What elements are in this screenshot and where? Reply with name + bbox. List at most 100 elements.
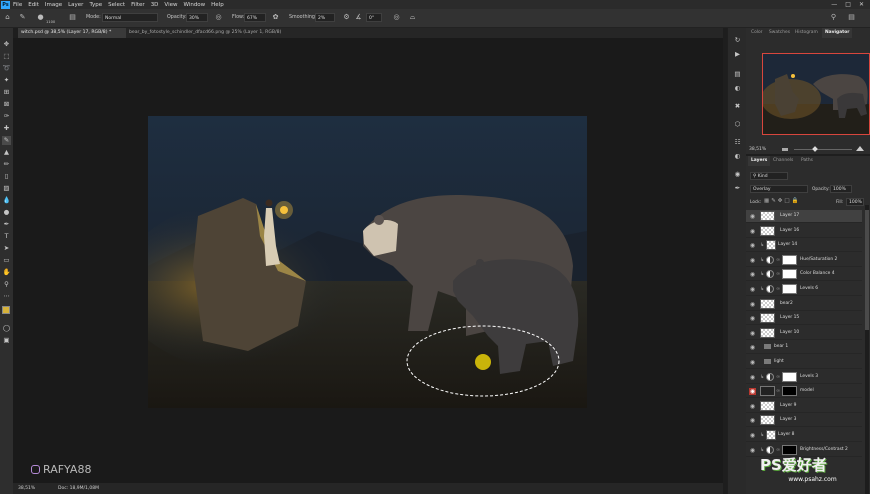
layer-row[interactable]: ◉ Layer 17 (746, 210, 862, 223)
menu-filter[interactable]: Filter (131, 2, 145, 8)
lock-icons[interactable]: ▦✎✥□🔒 (764, 198, 800, 204)
angle-field[interactable]: 0° (366, 13, 382, 22)
adjustments-panel-icon[interactable]: ◐ (733, 84, 742, 93)
pressure-size-icon[interactable]: ◎ (392, 13, 401, 22)
layer-row[interactable]: ◉ ↳ ∞ Hue/Saturation 2 (746, 254, 862, 267)
tab-navigator[interactable]: Navigator (822, 28, 853, 38)
visibility-eye-icon[interactable]: ◉ (749, 447, 756, 454)
layer-row[interactable]: ◉ ↳ ∞ Color Balance 4 (746, 268, 862, 282)
layer-row[interactable]: ◉ Layer 15 (746, 312, 862, 326)
layer-row[interactable]: ◉ Layer 9 (746, 400, 862, 413)
zoom-out-icon[interactable] (782, 148, 788, 151)
minimize-icon[interactable]: — (831, 1, 837, 8)
link-icon[interactable]: ∞ (776, 271, 780, 277)
visibility-eye-icon[interactable]: ◉ (749, 330, 756, 337)
visibility-eye-icon[interactable]: ◉ (749, 271, 756, 278)
visibility-eye-icon[interactable]: ◉ (749, 213, 756, 220)
navigator-thumbnail[interactable] (762, 53, 870, 135)
eraser-tool-icon[interactable]: ▯ (2, 172, 11, 181)
clone-stamp-tool-icon[interactable]: ▲ (2, 148, 11, 157)
styles-panel-icon[interactable]: ◐ (733, 152, 742, 161)
menu-file[interactable]: File (13, 2, 22, 8)
mode-select[interactable]: Normal (102, 13, 158, 22)
navigator-zoom[interactable]: 38,51% (749, 147, 766, 152)
menu-select[interactable]: Select (108, 2, 125, 8)
tab-histogram[interactable]: Histogram (792, 28, 821, 38)
layer-row[interactable]: ◉ ↳ Layer 8 (746, 429, 862, 442)
move-tool-icon[interactable]: ✥ (2, 40, 11, 49)
visibility-eye-icon[interactable]: ◉ (749, 315, 756, 322)
libraries-panel-icon[interactable]: ☷ (733, 138, 742, 147)
rectangle-tool-icon[interactable]: ▭ (2, 256, 11, 265)
tab-channels[interactable]: Channels (770, 156, 796, 166)
layer-row[interactable]: ◉ light (746, 356, 862, 369)
visibility-eye-icon[interactable]: ◉ (749, 344, 756, 351)
link-icon[interactable]: ∞ (776, 257, 780, 263)
layer-filter-select[interactable]: ⚲ Kind (750, 172, 788, 180)
blend-mode-select[interactable]: Overlay (750, 185, 808, 193)
close-icon[interactable]: ✕ (859, 1, 864, 8)
layer-row[interactable]: ◉ Layer 16 (746, 225, 862, 238)
visibility-eye-icon[interactable]: ◉ (749, 403, 756, 410)
layer-mask-thumbnail[interactable] (782, 386, 797, 397)
menu-edit[interactable]: Edit (28, 2, 39, 8)
brush-preset-picker-icon[interactable]: ● (36, 13, 45, 22)
layer-row[interactable]: ◉ ↳ ∞ Levels 6 (746, 283, 862, 296)
layers-scrollbar-thumb[interactable] (865, 210, 869, 330)
layer-row[interactable]: ◉ ↳ Layer 14 (746, 239, 862, 253)
layer-row[interactable]: ◉ bear 1 (746, 341, 862, 355)
layer-opacity-field[interactable]: 100% (830, 185, 852, 193)
tab-bear-png[interactable]: bear_by_fotostyle_schindler_dfacd66.png … (126, 28, 301, 38)
frame-tool-icon[interactable]: ⊠ (2, 100, 11, 109)
symmetry-icon[interactable]: ⌓ (408, 13, 417, 22)
search-icon[interactable]: ⚲ (829, 13, 838, 22)
visibility-eye-icon[interactable]: ◉ (749, 417, 756, 424)
zoom-slider-handle[interactable] (812, 146, 818, 152)
link-icon[interactable]: ∞ (776, 388, 780, 394)
visibility-eye-icon[interactable]: ◉ (749, 432, 756, 439)
zoom-readout[interactable]: 38,51% (18, 486, 35, 491)
layer-row[interactable]: ◉ ∞ model (746, 385, 862, 399)
tab-witch-psd[interactable]: witch.psd @ 38,5% (Layer 17, RGB/8) * (18, 28, 126, 38)
zoom-tool-icon[interactable]: ⚲ (2, 280, 11, 289)
gear-icon[interactable]: ⚙ (342, 13, 351, 22)
link-icon[interactable]: ∞ (776, 286, 780, 292)
channels-panel-icon[interactable]: ◉ (733, 170, 742, 179)
layer-mask-thumbnail[interactable] (782, 254, 797, 265)
layer-mask-thumbnail[interactable] (782, 371, 797, 382)
tab-paths[interactable]: Paths (798, 156, 816, 166)
visibility-eye-icon[interactable]: ◉ (749, 228, 756, 235)
opacity-field[interactable]: 30% (186, 13, 208, 22)
document-canvas[interactable] (148, 116, 587, 408)
brush-tool-preset-icon[interactable]: ✎ (18, 13, 27, 22)
brush-tool-icon[interactable]: ✎ (2, 136, 11, 145)
history-panel-icon[interactable]: ↻ (733, 36, 742, 45)
more-tools-icon[interactable]: ⋯ (2, 292, 11, 301)
layer-row[interactable]: ◉ Layer 3 (746, 414, 862, 428)
hand-tool-icon[interactable]: ✋ (2, 268, 11, 277)
history-brush-tool-icon[interactable]: ✏ (2, 160, 11, 169)
doc-size[interactable]: Doc: 18,9M/1,08M (58, 486, 99, 491)
menu-image[interactable]: Image (45, 2, 62, 8)
link-icon[interactable]: ∞ (776, 447, 780, 453)
brush-settings-icon[interactable]: ▤ (68, 13, 77, 22)
visibility-eye-icon[interactable]: ◉ (749, 388, 756, 396)
pressure-opacity-icon[interactable]: ◎ (214, 13, 223, 22)
menu-3d[interactable]: 3D (151, 2, 159, 8)
visibility-eye-icon[interactable]: ◉ (749, 374, 756, 381)
home-icon[interactable]: ⌂ (3, 13, 12, 22)
airbrush-icon[interactable]: ✿ (271, 13, 280, 22)
blur-tool-icon[interactable]: 💧 (2, 196, 11, 205)
visibility-eye-icon[interactable]: ◉ (749, 286, 756, 293)
quick-mask-icon[interactable]: ◯ (2, 324, 11, 333)
paths-panel-icon[interactable]: ✒ (733, 184, 742, 193)
layer-mask-thumbnail[interactable] (782, 269, 797, 280)
layer-row[interactable]: ◉ Layer 10 (746, 327, 862, 340)
3d-panel-icon[interactable]: ⬡ (733, 120, 742, 129)
visibility-eye-icon[interactable]: ◉ (749, 242, 756, 249)
smoothing-field[interactable]: 2% (315, 13, 335, 22)
actions-panel-icon[interactable]: ▶ (733, 50, 742, 59)
marquee-tool-icon[interactable]: ⬚ (2, 52, 11, 61)
menu-type[interactable]: Type (89, 2, 102, 8)
flow-field[interactable]: 67% (244, 13, 266, 22)
